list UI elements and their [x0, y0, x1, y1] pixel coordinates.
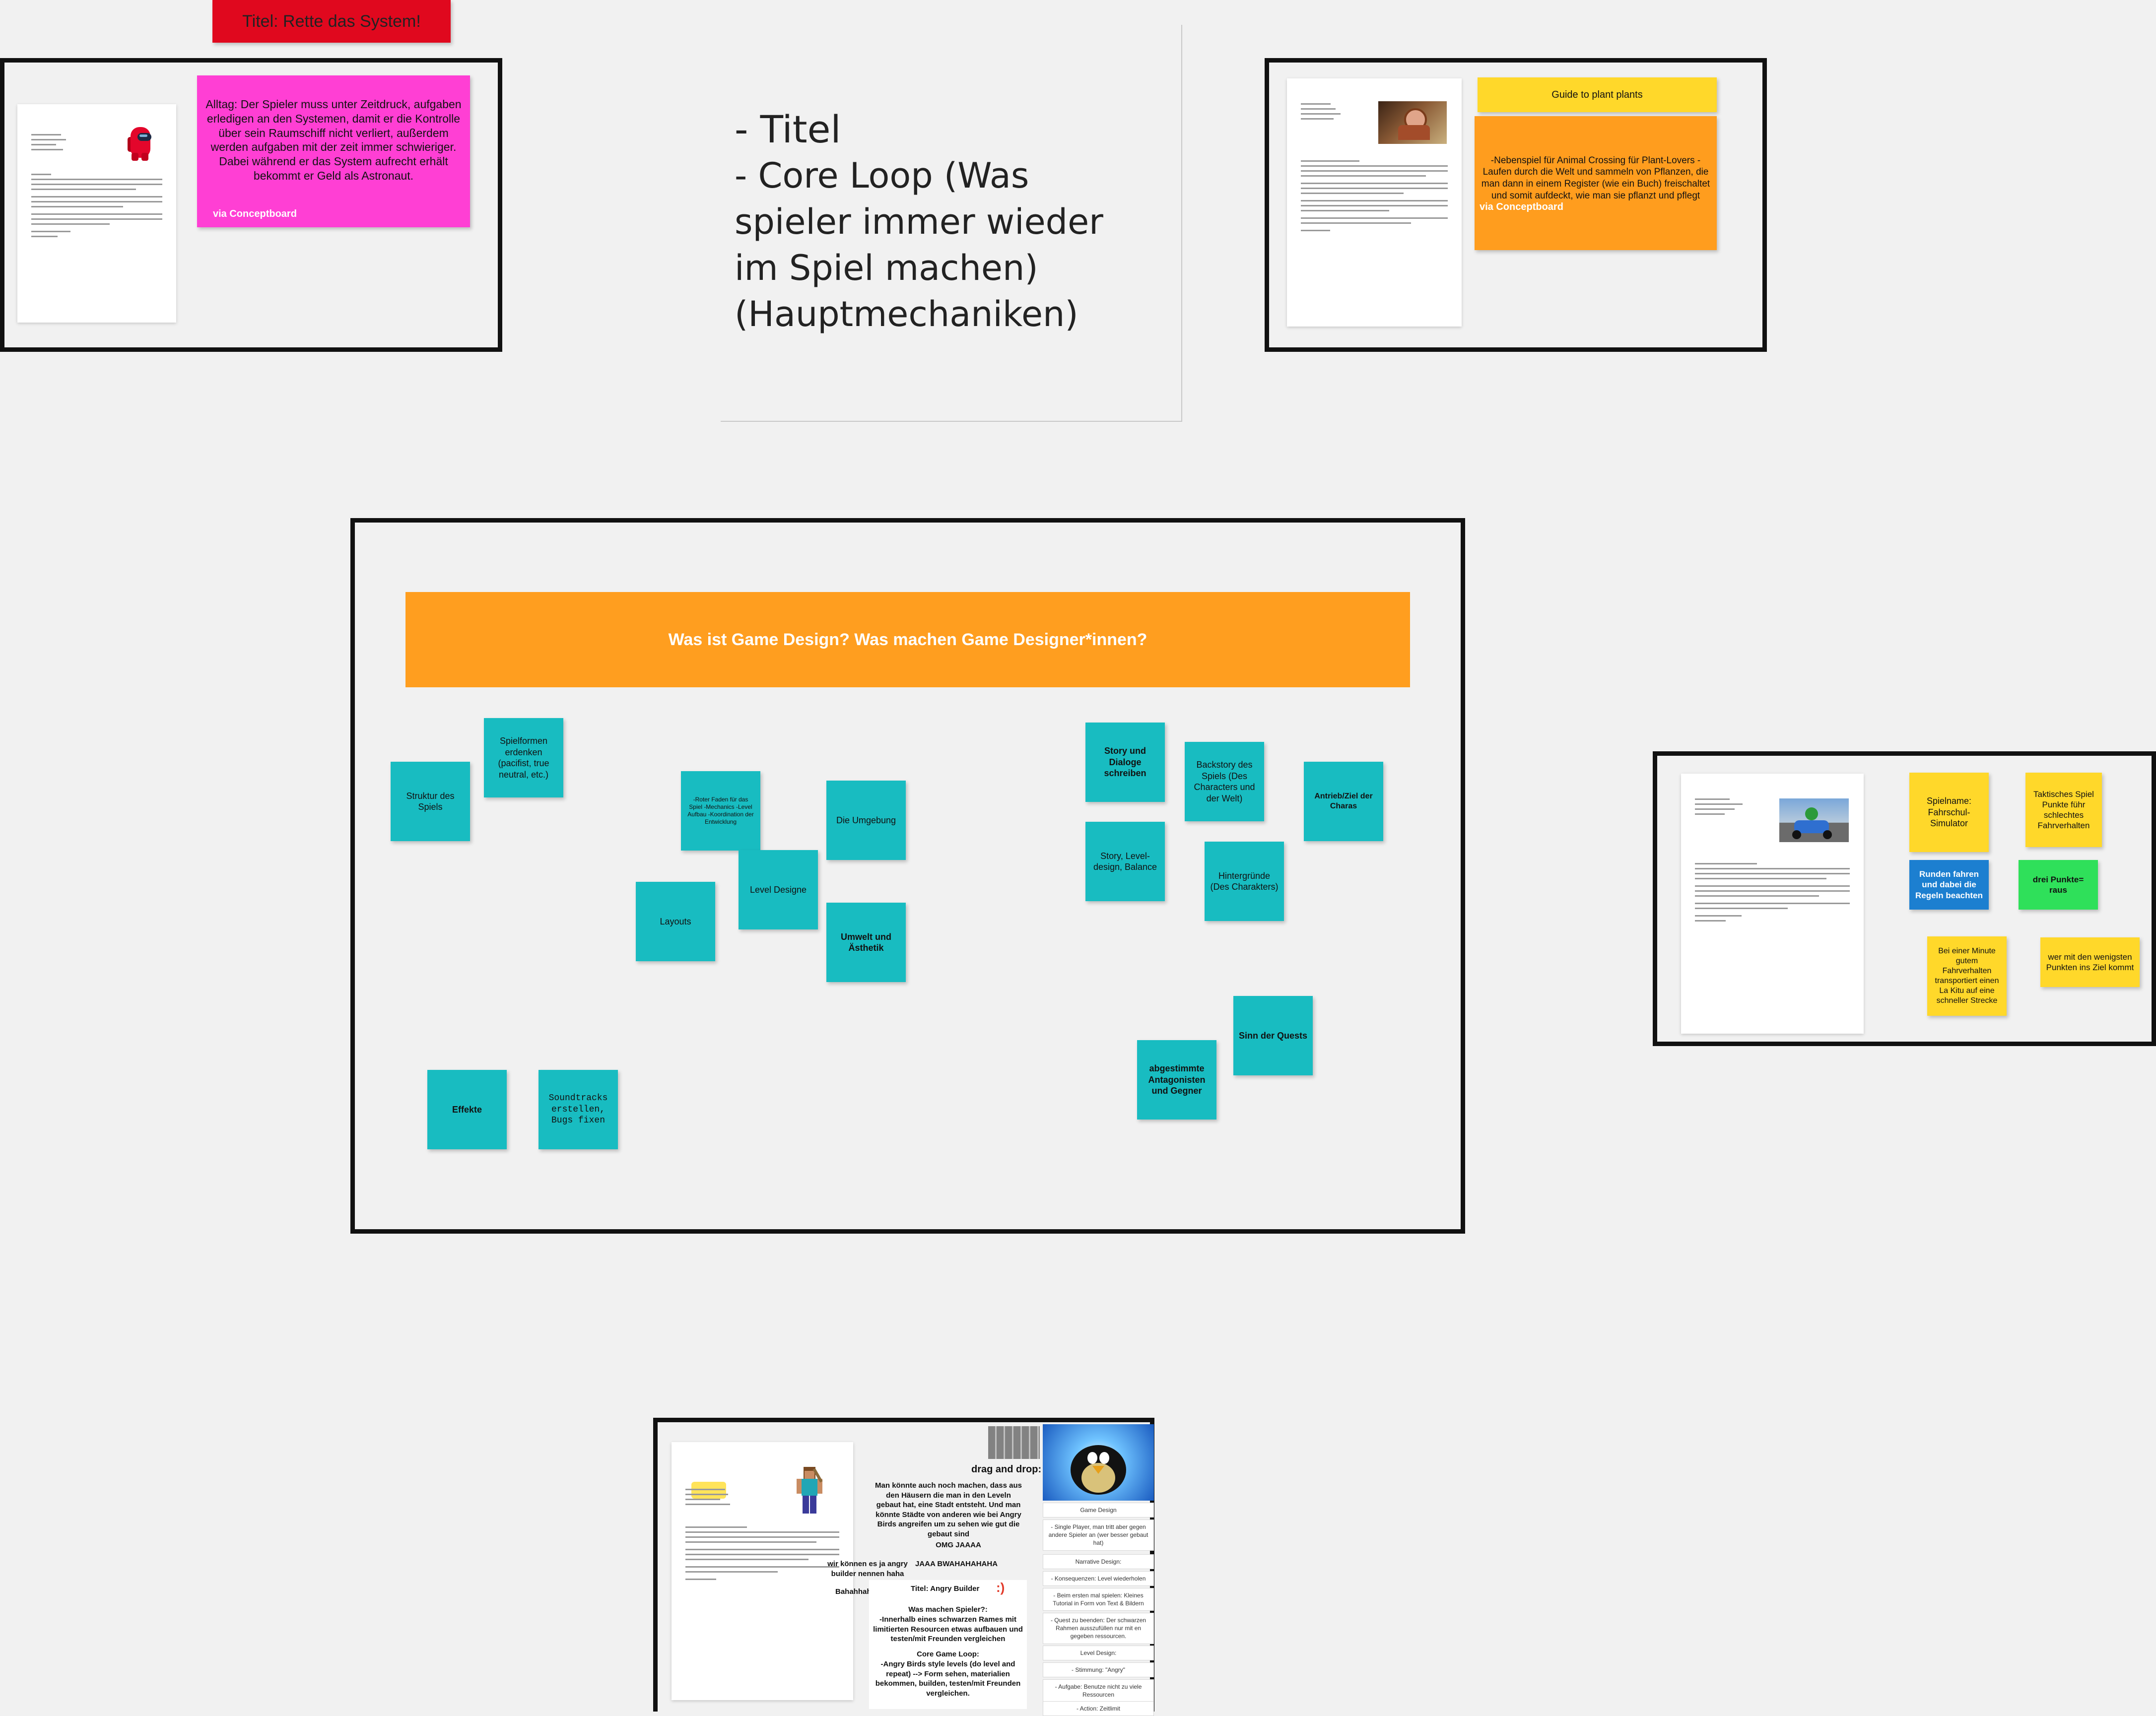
game-design-header[interactable]: Was ist Game Design? Was machen Game Des… — [405, 592, 1410, 687]
core-text: -Angry Birds style levels (do level and … — [875, 1660, 1021, 1698]
players-heading: Was machen Spieler?: — [908, 1605, 988, 1614]
sticky-layouts[interactable]: Layouts — [636, 882, 715, 961]
card-level-design: Level Design: — [1043, 1646, 1154, 1661]
plants-note[interactable]: -Nebenspiel für Animal Crossing für Plan… — [1475, 116, 1717, 250]
character-photo-icon — [1378, 101, 1447, 144]
sticky-effekte[interactable]: Effekte — [427, 1070, 507, 1149]
smiley-icon: :) — [996, 1580, 1005, 1595]
document-page — [1681, 774, 1864, 1034]
sticky-hintergruende[interactable]: Hintergründe (Des Charakters) — [1205, 842, 1284, 921]
angry-builder-question: wir können es ja angry builder nennen ha… — [827, 1560, 908, 1578]
core-heading: Core Game Loop: — [917, 1650, 979, 1658]
title-sticky[interactable]: Titel: Rette das System! — [212, 0, 451, 43]
text-card-line-2: - Core Loop (Was spieler immer wieder im… — [735, 155, 1103, 334]
card-konsequenzen: - Konsequenzen: Level wiederholen — [1043, 1571, 1154, 1586]
image-grid-icon — [988, 1426, 1040, 1459]
document-page — [17, 104, 176, 323]
omg-text: OMG JAAAA — [936, 1541, 981, 1549]
sticky-wenigsten-punkte[interactable]: wer mit den wenigsten Punkten ins Ziel k… — [2040, 937, 2140, 987]
card-quest: - Quest zu beenden: Der schwarzen Rahmen… — [1043, 1613, 1154, 1644]
card-narrative-design: Narrative Design: — [1043, 1554, 1154, 1570]
sticky-la-kitu[interactable]: Bei einer Minute gutem Fahrverhalten tra… — [1927, 936, 2007, 1016]
card-stimmung: - Stimmung: "Angry" — [1043, 1662, 1154, 1678]
sticky-roter-faden[interactable]: -Roter Faden für das Spiel -Mechanics -L… — [681, 771, 760, 851]
players-text: -Innerhalb eines schwarzen Rames mit lim… — [873, 1615, 1023, 1643]
sticky-struktur[interactable]: Struktur des Spiels — [391, 762, 470, 841]
kart-racer-icon — [1779, 798, 1849, 842]
astronaut-icon — [126, 123, 154, 163]
sticky-antrieb[interactable]: Antrieb/Ziel der Charas — [1304, 762, 1383, 841]
frame-astronaut[interactable]: Alltag: Der Spieler muss unter Zeitdruck… — [0, 58, 502, 352]
sticky-runden-fahren[interactable]: Runden fahren und dabei die Regeln beach… — [1909, 860, 1989, 910]
sticky-story-dialoge[interactable]: Story und Dialoge schreiben — [1085, 723, 1165, 802]
frame-fahrschul[interactable]: Spielname: Fahrschul-Simulator Taktische… — [1653, 751, 2156, 1046]
frame-angry-builder[interactable]: drag and drop: Man könnte auch noch mach… — [653, 1418, 1154, 1716]
plants-title-sticky[interactable]: Guide to plant plants — [1478, 77, 1717, 112]
card-tutorial: - Beim ersten mal spielen: Kleines Tutor… — [1043, 1588, 1154, 1611]
sticky-story-level[interactable]: Story, Level-design, Balance — [1085, 822, 1165, 901]
angry-builder-title: Titel: Angry Builder — [911, 1584, 980, 1593]
idea-text: Man könnte auch noch machen, dass aus de… — [875, 1481, 1022, 1538]
sticky-spielformen[interactable]: Spielformen erdenken (pacifist, true neu… — [484, 718, 563, 797]
card-single-player: - Single Player, man tritt aber gegen an… — [1043, 1519, 1154, 1551]
sticky-drei-punkte[interactable]: drei Punkte= raus — [2019, 860, 2098, 910]
text-card-line-1: - Titel — [735, 107, 841, 151]
astronaut-note[interactable]: Alltag: Der Spieler muss unter Zeitdruck… — [197, 75, 470, 227]
sticky-sinn-quests[interactable]: Sinn der Quests — [1233, 996, 1313, 1075]
sticky-soundtracks[interactable]: Soundtracks erstellen, Bugs fixen — [539, 1070, 618, 1149]
card-action: - Action: Zeitlimit — [1043, 1701, 1154, 1716]
jaaa-text: JAAA BWAHAHAHAHA — [915, 1560, 998, 1568]
card-aufgabe: - Aufgabe: Benutze nicht zu viele Ressou… — [1043, 1679, 1154, 1703]
minecraft-character-icon — [795, 1466, 824, 1516]
card-game-design: Game Design — [1043, 1503, 1154, 1518]
angry-builder-card: Titel: Angry Builder :) Was machen Spiel… — [869, 1580, 1027, 1709]
document-page — [1287, 78, 1462, 327]
sticky-backstory[interactable]: Backstory des Spiels (Des Characters und… — [1185, 742, 1264, 821]
sticky-umgebung[interactable]: Die Umgebung — [826, 781, 906, 860]
sticky-antagonisten[interactable]: abgestimmte Antagonisten und Gegner — [1137, 1040, 1216, 1120]
text-card[interactable]: - Titel - Core Loop (Was spieler immer w… — [721, 25, 1182, 422]
angry-bird-icon — [1043, 1424, 1154, 1501]
sticky-spielname[interactable]: Spielname: Fahrschul-Simulator — [1909, 773, 1989, 852]
frame-plants[interactable]: Guide to plant plants -Nebenspiel für An… — [1265, 58, 1767, 352]
sticky-level-designe[interactable]: Level Designe — [739, 850, 818, 929]
sticky-umwelt[interactable]: Umwelt und Ästhetik — [826, 903, 906, 982]
drag-drop-label: drag and drop: — [971, 1464, 1042, 1475]
sticky-taktisches-spiel[interactable]: Taktisches Spiel Punkte führ schlechtes … — [2025, 773, 2102, 847]
frame-game-design[interactable]: Was ist Game Design? Was machen Game Des… — [350, 518, 1465, 1234]
